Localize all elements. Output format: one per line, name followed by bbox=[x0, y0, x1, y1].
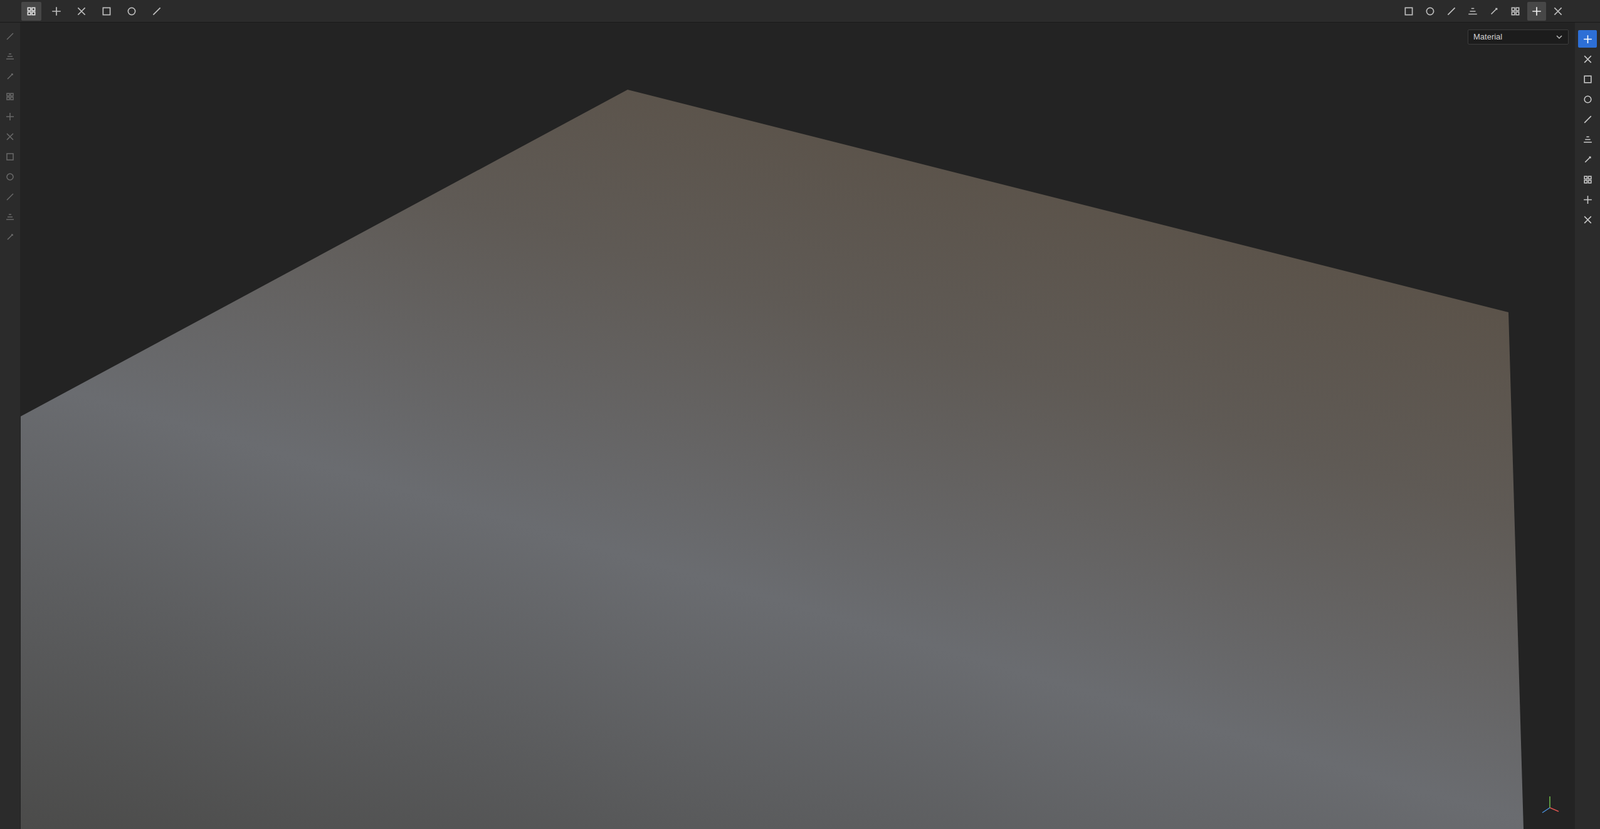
tool-icon bbox=[5, 211, 16, 222]
tool-button[interactable] bbox=[1, 228, 19, 246]
toolbar-button[interactable] bbox=[1484, 1, 1504, 21]
tool-icon bbox=[126, 5, 138, 17]
tool-icon bbox=[5, 71, 16, 82]
panel-tab-button[interactable] bbox=[1578, 70, 1597, 88]
tool-icon bbox=[100, 5, 113, 17]
tool-icon bbox=[25, 5, 37, 17]
tool-icon bbox=[5, 131, 16, 142]
tool-icon bbox=[1582, 33, 1594, 45]
panel-tab-button[interactable] bbox=[1578, 210, 1597, 229]
axis-gizmo-icon bbox=[1537, 792, 1563, 818]
chevron-down-icon bbox=[1555, 33, 1564, 41]
toolbar-button[interactable] bbox=[1420, 1, 1440, 21]
tool-icon bbox=[1488, 5, 1500, 17]
panel-tab-button[interactable] bbox=[1578, 50, 1597, 68]
tool-icon bbox=[1403, 5, 1415, 17]
toolbar-button[interactable] bbox=[46, 1, 67, 21]
left-toolbar bbox=[0, 22, 21, 829]
right-panel-tabs bbox=[1574, 22, 1600, 829]
tool-icon bbox=[1582, 214, 1594, 226]
toolbar-button[interactable] bbox=[1463, 1, 1483, 21]
top-toolbar bbox=[0, 0, 1600, 23]
tool-icon bbox=[5, 231, 16, 243]
tool-icon bbox=[5, 111, 16, 122]
tool-icon bbox=[5, 91, 16, 102]
tool-icon bbox=[1509, 5, 1522, 17]
tool-icon bbox=[5, 151, 16, 162]
tool-icon bbox=[5, 51, 16, 62]
tool-button[interactable] bbox=[1, 208, 19, 226]
panel-tab-button[interactable] bbox=[1578, 30, 1597, 48]
tool-button[interactable] bbox=[1, 27, 19, 46]
tool-button[interactable] bbox=[1, 87, 19, 106]
toolbar-button[interactable] bbox=[21, 1, 42, 21]
tool-icon bbox=[1582, 94, 1594, 105]
toolbar-button[interactable] bbox=[1548, 1, 1568, 21]
tool-icon bbox=[1445, 5, 1458, 17]
tool-icon bbox=[1582, 154, 1594, 165]
tool-button[interactable] bbox=[1, 127, 19, 146]
tool-icon bbox=[1582, 174, 1594, 185]
tool-icon bbox=[1467, 5, 1479, 17]
panel-tab-button[interactable] bbox=[1578, 90, 1597, 108]
toolbar-button[interactable] bbox=[1505, 1, 1525, 21]
tool-icon bbox=[75, 5, 88, 17]
toolbar-button[interactable] bbox=[96, 1, 117, 21]
tool-icon bbox=[1582, 73, 1594, 85]
tool-icon bbox=[151, 5, 163, 17]
toolbar-button[interactable] bbox=[1442, 1, 1461, 21]
tool-button[interactable] bbox=[1, 67, 19, 86]
tool-icon bbox=[1582, 114, 1594, 125]
panel-tab-button[interactable] bbox=[1578, 150, 1597, 169]
tool-icon bbox=[5, 31, 16, 42]
toolbar-button[interactable] bbox=[1399, 1, 1419, 21]
tool-icon bbox=[1424, 5, 1436, 17]
panel-tab-button[interactable] bbox=[1578, 130, 1597, 148]
toolbar-button[interactable] bbox=[71, 1, 92, 21]
panel-tab-button[interactable] bbox=[1578, 110, 1597, 128]
display-mode-dropdown[interactable]: Material bbox=[1467, 29, 1569, 45]
display-mode-label: Material bbox=[1473, 30, 1503, 44]
toolbar-button[interactable] bbox=[1527, 1, 1547, 21]
tool-icon bbox=[5, 171, 16, 182]
toolbar-button[interactable] bbox=[121, 1, 142, 21]
tool-icon bbox=[50, 5, 63, 17]
tool-icon bbox=[1582, 53, 1594, 65]
tool-button[interactable] bbox=[1, 47, 19, 66]
toolbar-button[interactable] bbox=[146, 1, 167, 21]
tool-icon bbox=[5, 191, 16, 202]
tool-button[interactable] bbox=[1, 107, 19, 126]
tool-icon bbox=[1531, 5, 1543, 17]
tool-icon bbox=[1552, 5, 1564, 17]
tool-icon bbox=[1582, 194, 1594, 206]
wood-plane-render bbox=[20, 22, 1575, 829]
tool-icon bbox=[1582, 134, 1594, 145]
tool-button[interactable] bbox=[1, 147, 19, 166]
tool-button[interactable] bbox=[1, 188, 19, 206]
panel-tab-button[interactable] bbox=[1578, 170, 1597, 189]
tool-button[interactable] bbox=[1, 168, 19, 186]
viewport[interactable]: Material bbox=[20, 22, 1575, 829]
panel-tab-button[interactable] bbox=[1578, 190, 1597, 209]
